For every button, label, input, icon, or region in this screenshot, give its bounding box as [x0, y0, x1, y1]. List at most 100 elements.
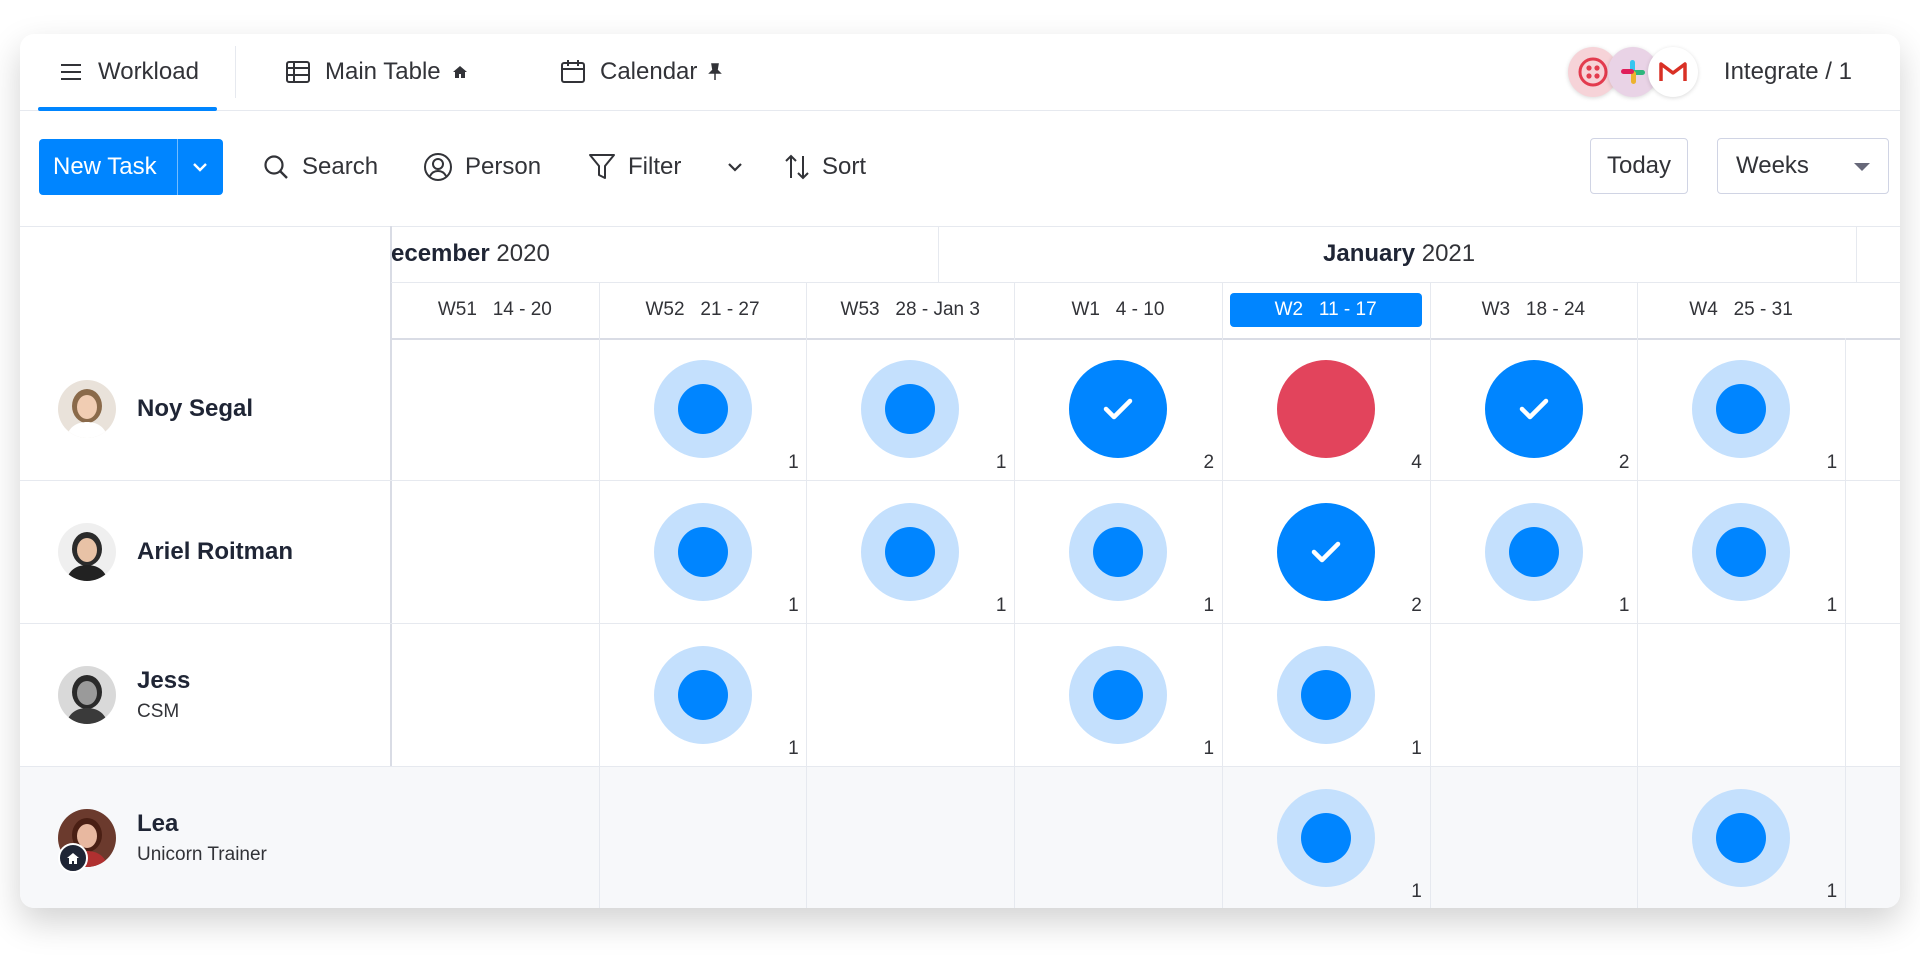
- workload-cell[interactable]: 1: [599, 481, 805, 623]
- chevron-down-icon: [728, 163, 742, 172]
- workload-cell[interactable]: 1: [1014, 481, 1220, 623]
- person-name: Jess: [137, 667, 191, 694]
- capacity-indicator-full: [1069, 360, 1168, 458]
- check-icon: [1519, 398, 1548, 420]
- person-row: Ariel Roitman 1 1 1 2 1 1: [20, 481, 1900, 624]
- person-info[interactable]: Lea Unicorn Trainer: [58, 767, 267, 908]
- workload-cell[interactable]: 1: [1222, 624, 1428, 766]
- month-name: ecember: [391, 240, 490, 267]
- filter-button[interactable]: Filter: [588, 139, 681, 195]
- hamburger-icon: [56, 57, 86, 87]
- task-count: 2: [1203, 452, 1215, 473]
- task-count: 2: [1411, 595, 1422, 616]
- capacity-indicator-full: [1276, 503, 1375, 601]
- task-count: 2: [1618, 452, 1630, 473]
- new-task-dropdown[interactable]: [178, 161, 223, 173]
- avatar-photo: [58, 523, 116, 581]
- week-header: W51 14 - 20 W52 21 - 27 W53 28 - Jan 3 W1 4…: [391, 282, 1900, 340]
- person-info[interactable]: Ariel Roitman: [58, 481, 293, 623]
- capacity-dot: [1093, 527, 1144, 577]
- month-divider: [938, 226, 939, 282]
- tab-calendar[interactable]: Calendar: [558, 34, 723, 110]
- workload-cell[interactable]: 1: [1637, 481, 1843, 623]
- calendar-icon: [558, 57, 588, 87]
- week-label-text: W51 14 - 20: [437, 299, 552, 320]
- person-info[interactable]: Noy Segal: [58, 338, 253, 480]
- person-info[interactable]: Jess CSM: [58, 624, 190, 766]
- chevron-down-icon: [193, 163, 208, 172]
- integrations[interactable]: Integrate / 1: [1567, 34, 1852, 110]
- week-divider: [1221, 282, 1223, 338]
- month-header: ecember 2020 January 2021: [391, 226, 1900, 283]
- today-button[interactable]: Today: [1590, 138, 1688, 194]
- search-button[interactable]: Search: [262, 139, 378, 195]
- avatar[interactable]: [58, 523, 116, 581]
- timescale-select[interactable]: Weeks: [1717, 138, 1889, 194]
- capacity-indicator-partial: [1484, 503, 1583, 601]
- column-divider: [1221, 338, 1223, 908]
- tab-label: Workload: [98, 58, 199, 85]
- workload-cell[interactable]: 1: [1430, 481, 1636, 623]
- caret-down-icon: [1854, 163, 1870, 171]
- avatar[interactable]: [58, 380, 116, 438]
- check-icon: [1103, 398, 1133, 420]
- person-name: Noy Segal: [137, 395, 254, 422]
- filter-dropdown[interactable]: [726, 139, 744, 195]
- workload-cell[interactable]: 1: [1222, 767, 1428, 908]
- workload-cell[interactable]: 4: [1222, 338, 1428, 480]
- task-count: 1: [1826, 595, 1838, 616]
- month-year: 2021: [1421, 240, 1476, 267]
- capacity-indicator-partial: [1692, 360, 1791, 458]
- week-label: W1 4 - 10: [1014, 282, 1222, 338]
- week-label: W51 14 - 20: [391, 282, 599, 338]
- workload-cell[interactable]: 1: [599, 338, 805, 480]
- workload-cell[interactable]: 1: [1014, 624, 1220, 766]
- week-label: W53 28 - Jan 3: [806, 282, 1014, 338]
- workload-grid: ecember 2020 January 2021 W51 14 - 20 W52…: [20, 226, 1900, 908]
- tab-workload[interactable]: Workload: [38, 34, 217, 111]
- month-year: 2020: [496, 240, 550, 267]
- column-divider: [806, 338, 808, 908]
- person-row: Jess CSM 1 1 1: [20, 624, 1900, 767]
- task-count: 1: [788, 595, 799, 616]
- workload-cell[interactable]: 1: [599, 624, 805, 766]
- capacity-dot: [1716, 813, 1767, 863]
- person-row: Noy Segal 1 1 2 4 2 1: [20, 338, 1900, 481]
- capacity-indicator-partial: [653, 646, 752, 744]
- pin-icon: [707, 63, 723, 81]
- filter-icon: [588, 152, 616, 182]
- workload-cell[interactable]: 2: [1014, 338, 1220, 480]
- task-count: 1: [1826, 881, 1838, 902]
- workload-cell[interactable]: 1: [806, 338, 1012, 480]
- capacity-indicator-partial: [1069, 646, 1168, 744]
- person-name: Ariel Roitman: [137, 538, 294, 565]
- week-label-text: W2 11 - 17: [1229, 293, 1422, 327]
- workload-cell[interactable]: 2: [1222, 481, 1428, 623]
- person-icon: [423, 152, 453, 182]
- column-divider: [1637, 338, 1639, 908]
- month-label-december: ecember 2020: [391, 226, 550, 282]
- avatar[interactable]: [58, 809, 116, 873]
- workload-cell[interactable]: 2: [1430, 338, 1636, 480]
- task-count: 1: [995, 595, 1007, 616]
- task-count: 4: [1411, 452, 1422, 473]
- gmail-icon: [1647, 47, 1698, 97]
- search-label: Search: [302, 153, 379, 180]
- column-divider: [1429, 338, 1431, 908]
- workload-cell[interactable]: 1: [1637, 767, 1843, 908]
- toolbar: New Task Search Person Filter Sort Today…: [20, 110, 1900, 227]
- tab-main-table[interactable]: Main Table: [283, 34, 469, 110]
- avatar[interactable]: [58, 666, 116, 724]
- workload-cell[interactable]: 1: [806, 481, 1012, 623]
- week-label-text: W53 28 - Jan 3: [840, 299, 980, 320]
- person-name-block: Noy Segal: [137, 395, 253, 423]
- capacity-dot: [677, 384, 728, 434]
- person-row: Lea Unicorn Trainer 1 1: [20, 767, 1900, 908]
- new-task-button[interactable]: New Task: [39, 139, 223, 195]
- sort-button[interactable]: Sort: [784, 139, 866, 195]
- person-filter-button[interactable]: Person: [423, 139, 541, 195]
- capacity-indicator-partial: [1276, 646, 1375, 744]
- table-icon: [283, 57, 313, 87]
- workload-cell[interactable]: 1: [1637, 338, 1843, 480]
- capacity-indicator-partial: [1692, 789, 1791, 887]
